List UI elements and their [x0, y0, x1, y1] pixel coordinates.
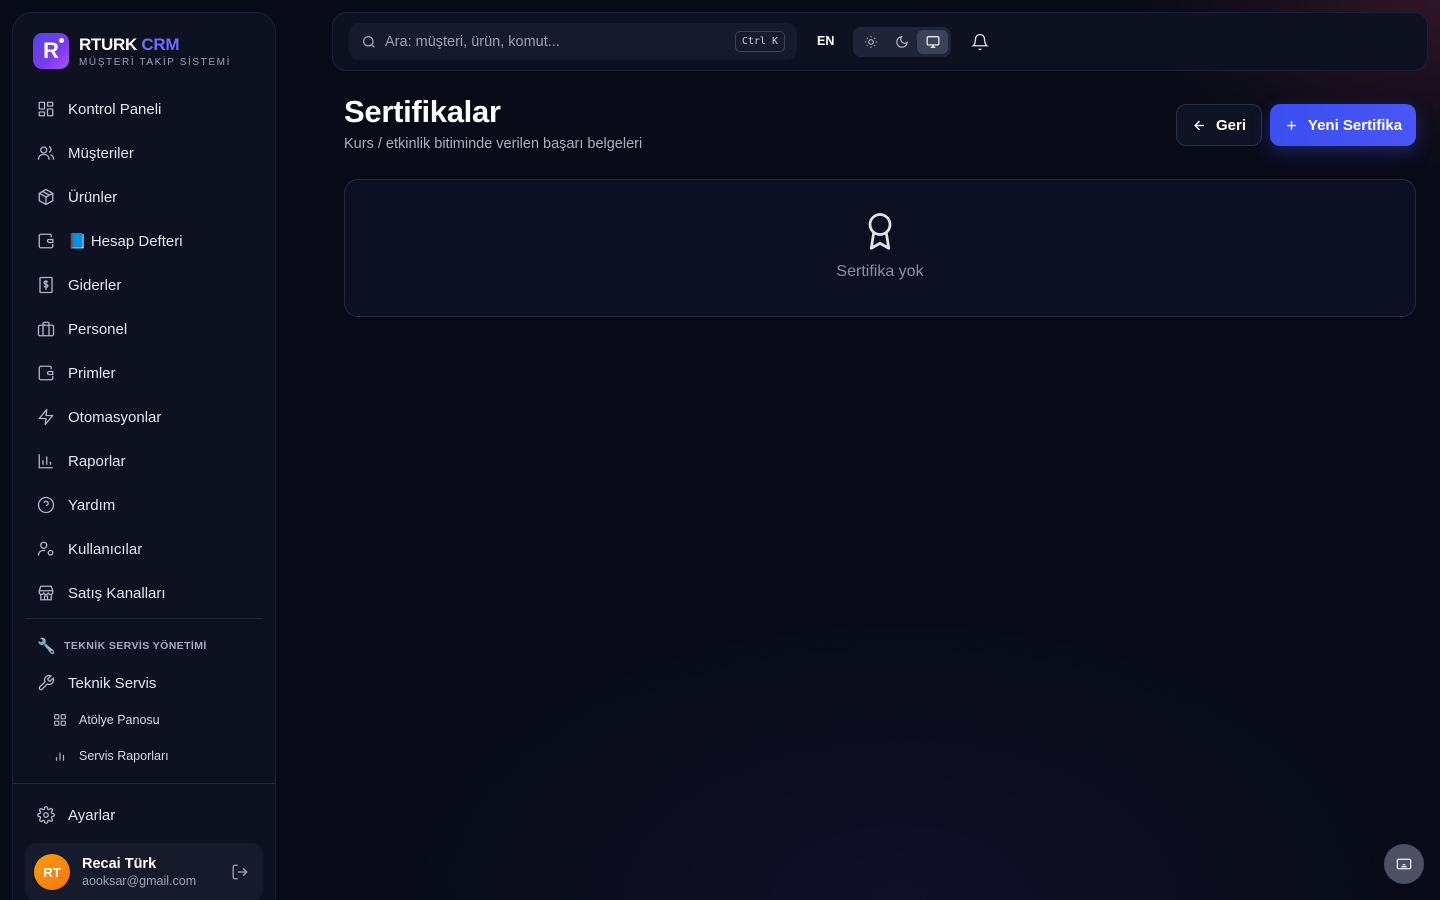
bar-chart-icon: [37, 452, 55, 470]
sidebar-item-ayarlar[interactable]: Ayarlar: [25, 793, 263, 837]
sidebar-item-label: Yardım: [68, 496, 116, 514]
brand-subtitle: MÜŞTERİ TAKİP SİSTEMİ: [79, 56, 231, 68]
language-toggle[interactable]: EN: [817, 34, 834, 48]
search-icon: [363, 35, 375, 48]
zap-icon: [37, 408, 55, 426]
logout-icon[interactable]: [231, 863, 249, 881]
theme-system-button[interactable]: [917, 30, 949, 54]
sidebar-item-label: Ayarlar: [68, 806, 116, 824]
sidebar: R RTURK CRM MÜŞTERİ TAKİP SİSTEMİ Kontro…: [12, 12, 276, 900]
shortcut-hint: Ctrl K: [734, 31, 785, 52]
wallet-icon: [37, 364, 55, 382]
sidebar-item-kontrol-paneli[interactable]: Kontrol Paneli: [25, 87, 263, 131]
logo-dot: [59, 38, 64, 43]
sidebar-item-label: Ürünler: [68, 188, 118, 206]
avatar: RT: [34, 854, 70, 890]
bar-chart-icon: [55, 752, 65, 761]
user-card[interactable]: RT Recai Türk aooksar@gmail.com: [25, 843, 263, 900]
new-certificate-label: Yeni Sertifika: [1307, 116, 1403, 134]
arrow-left-icon: [1194, 120, 1204, 130]
sidebar-item-primler[interactable]: Primler: [25, 351, 263, 395]
brand-logo-letter: R: [43, 38, 59, 63]
theme-dark-button[interactable]: [887, 30, 918, 54]
plus-icon: [1287, 120, 1296, 130]
back-button-label: Geri: [1215, 116, 1246, 134]
page-subtitle: Kurs / etkinlik bitiminde verilen başarı…: [344, 136, 643, 152]
help-circle-icon: [37, 496, 55, 514]
sidebar-subitem-label: Servis Raporları: [79, 749, 169, 763]
grid-icon: [54, 714, 66, 726]
moon-icon: [896, 36, 908, 48]
brand-name-main: RTURK: [79, 34, 137, 54]
sidebar-subitem-label: Atölye Panosu: [79, 713, 160, 727]
receipt-icon: [37, 276, 55, 294]
sidebar-item-label: 📘 Hesap Defteri: [68, 233, 183, 250]
sidebar-item-urunler[interactable]: Ürünler: [25, 175, 263, 219]
search-bar[interactable]: Ctrl K: [349, 23, 797, 60]
monitor-icon: [926, 36, 940, 48]
user-cog-icon: [37, 540, 55, 558]
sidebar-divider: [13, 783, 275, 784]
sidebar-item-otomasyonlar[interactable]: Otomasyonlar: [25, 395, 263, 439]
sidebar-item-label: Kullanıcılar: [68, 540, 143, 558]
sidebar-item-label: Kontrol Paneli: [68, 100, 162, 118]
sidebar-item-label: Personel: [68, 320, 128, 338]
brand-logo: R: [33, 33, 69, 69]
sidebar-divider: [25, 618, 263, 619]
keyboard-shortcuts-button[interactable]: [1384, 844, 1424, 884]
sidebar-item-musteriler[interactable]: Müşteriler: [25, 131, 263, 175]
sidebar-item-satis-kanallari[interactable]: Satış Kanalları: [25, 571, 263, 615]
sidebar-item-hesap-defteri[interactable]: 📘 Hesap Defteri: [25, 219, 263, 263]
sidebar-subitem-atolye-panosu[interactable]: Atölye Panosu: [53, 713, 160, 727]
sidebar-item-personel[interactable]: Personel: [25, 307, 263, 351]
brand-name: RTURK CRM: [79, 35, 231, 55]
user-name: Recai Türk: [82, 856, 157, 872]
sidebar-item-yardim[interactable]: Yardım: [25, 483, 263, 527]
wrench-icon: 🔧: [37, 638, 57, 655]
sidebar-item-label: Satış Kanalları: [68, 584, 166, 602]
section-title: TEKNİK SERVİS YÖNETİMİ: [64, 640, 207, 652]
bell-icon[interactable]: [971, 33, 989, 51]
sidebar-item-label: Primler: [68, 364, 116, 382]
sidebar-item-label: Giderler: [68, 276, 122, 294]
empty-state-text: Sertifika yok: [836, 263, 924, 280]
new-certificate-button[interactable]: Yeni Sertifika: [1270, 104, 1416, 146]
back-button[interactable]: Geri: [1176, 104, 1262, 146]
search-input[interactable]: [385, 33, 725, 50]
theme-switcher: [853, 27, 951, 57]
sidebar-item-label: Otomasyonlar: [68, 408, 162, 426]
brand-name-accent: CRM: [137, 34, 180, 54]
wallet-icon: [37, 232, 55, 250]
section-heading-teknik-servis: 🔧 TEKNİK SERVİS YÖNETİMİ: [37, 637, 207, 655]
sidebar-nav: Kontrol Paneli Müşteriler Ürünler 📘 Hesa…: [25, 87, 263, 615]
dashboard-icon: [37, 100, 55, 118]
store-icon: [37, 584, 55, 602]
sidebar-item-kullanicilar[interactable]: Kullanıcılar: [25, 527, 263, 571]
sidebar-item-raporlar[interactable]: Raporlar: [25, 439, 263, 483]
users-icon: [37, 144, 55, 162]
user-email: aooksar@gmail.com: [82, 874, 197, 888]
topbar: Ctrl K EN: [332, 12, 1428, 71]
sidebar-subitem-servis-raporlari[interactable]: Servis Raporları: [53, 749, 169, 763]
brand[interactable]: R RTURK CRM MÜŞTERİ TAKİP SİSTEMİ: [33, 33, 231, 69]
keyboard-icon: [1396, 858, 1412, 870]
page-title: Sertifikalar: [344, 94, 501, 129]
empty-state-card: Sertifika yok: [344, 179, 1416, 317]
theme-light-button[interactable]: [856, 30, 887, 54]
sidebar-item-label: Raporlar: [68, 452, 126, 470]
sidebar-item-label: Müşteriler: [68, 144, 134, 162]
sun-icon: [865, 36, 878, 48]
wrench-icon: [37, 674, 55, 692]
briefcase-icon: [37, 320, 55, 338]
gear-icon: [37, 806, 55, 824]
sidebar-item-giderler[interactable]: Giderler: [25, 263, 263, 307]
package-icon: [37, 188, 55, 206]
sidebar-item-teknik-servis[interactable]: Teknik Servis: [25, 661, 263, 705]
award-icon: [865, 212, 895, 252]
sidebar-item-label: Teknik Servis: [68, 674, 157, 692]
